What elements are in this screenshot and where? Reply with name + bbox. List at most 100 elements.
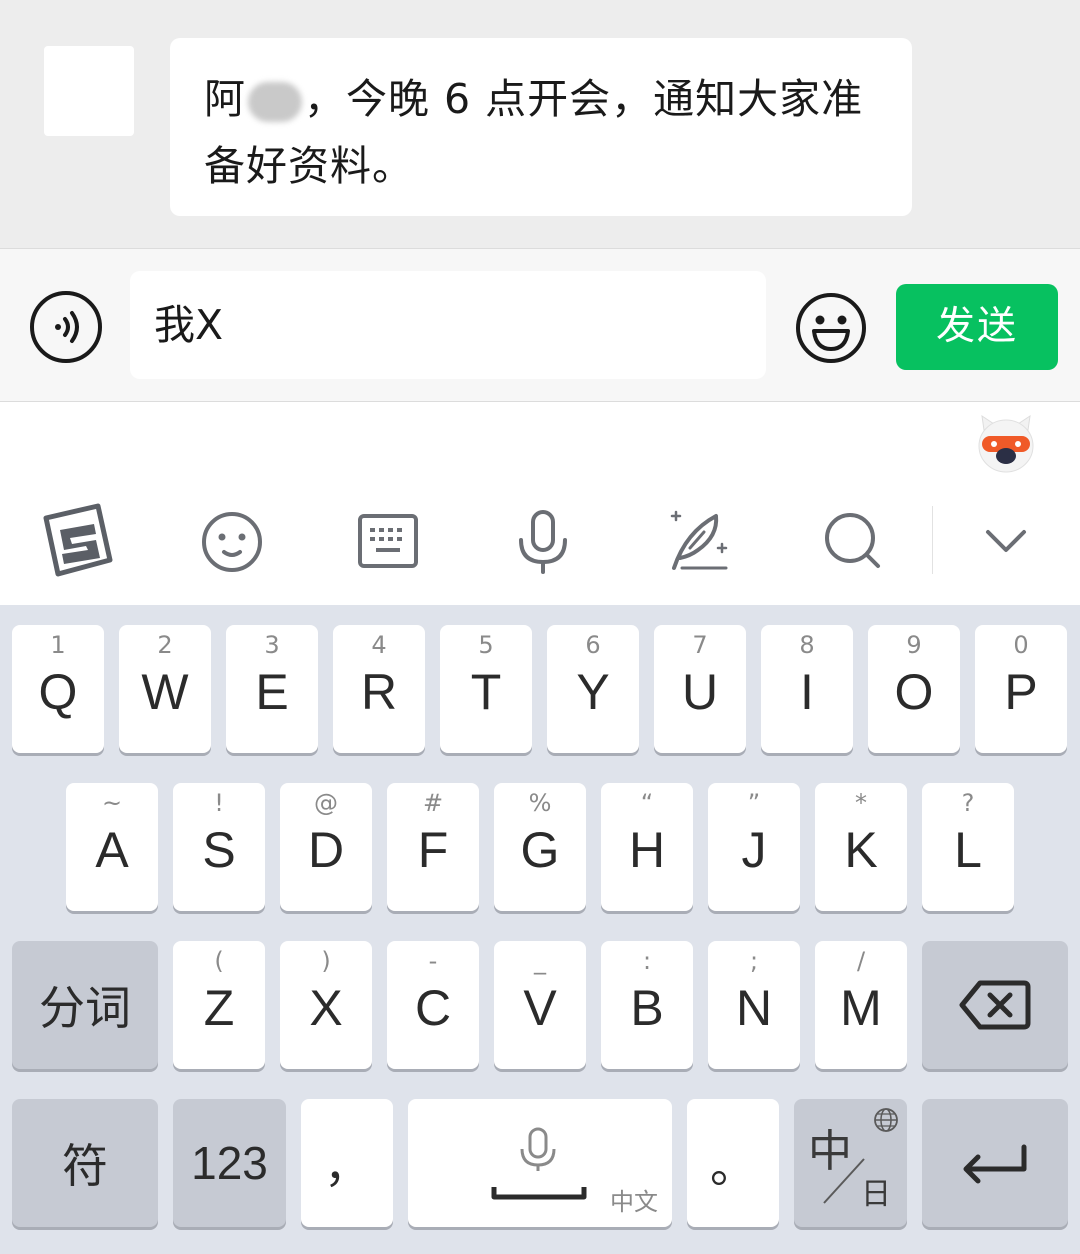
- sogou-button[interactable]: [36, 502, 116, 582]
- keyboard-icon: [358, 514, 418, 568]
- key-letter: F: [417, 822, 449, 878]
- key-hint: !: [214, 789, 224, 817]
- key-z[interactable]: (Z: [173, 941, 265, 1069]
- voice-button[interactable]: [30, 291, 102, 363]
- key-hint: :: [642, 947, 652, 975]
- key-i[interactable]: 8I: [761, 625, 853, 753]
- search-button[interactable]: [812, 502, 892, 582]
- key-letter: Y: [576, 664, 610, 720]
- key-j[interactable]: ” J: [708, 783, 800, 911]
- key-hint: 5: [478, 631, 494, 659]
- key-d[interactable]: @ D: [280, 783, 372, 911]
- lang-sub-label: 日: [861, 1177, 891, 1212]
- key-letter: V: [523, 980, 557, 1036]
- key-hint: 8: [799, 631, 815, 659]
- microphone-icon: [519, 510, 567, 574]
- key-l[interactable]: ? L: [922, 783, 1014, 911]
- key-hint: 0: [1013, 631, 1029, 659]
- message-bubble[interactable]: 阿，今晚 6 点开会，通知大家准备好资料。: [170, 38, 912, 216]
- key-q[interactable]: 1Q: [12, 625, 104, 753]
- key-letter: N: [735, 980, 773, 1036]
- key-hint: ): [321, 947, 331, 975]
- key-b[interactable]: :B: [601, 941, 693, 1069]
- key-m[interactable]: / M: [815, 941, 907, 1069]
- key-letter: J: [741, 822, 767, 878]
- key-e[interactable]: 3E: [226, 625, 318, 753]
- key-hint: 4: [371, 631, 387, 659]
- key-hint: 2: [157, 631, 173, 659]
- period-key[interactable]: 。: [687, 1099, 779, 1227]
- key-x[interactable]: ) X: [280, 941, 372, 1069]
- segment-key[interactable]: 分词: [12, 941, 158, 1069]
- key-letter: U: [681, 664, 719, 720]
- key-hint: -: [428, 947, 438, 975]
- key-letter: D: [307, 822, 345, 878]
- key-hint: @: [314, 789, 338, 817]
- symbol-key[interactable]: 符: [12, 1099, 158, 1227]
- backspace-icon: [959, 980, 1031, 1030]
- key-c[interactable]: -C: [387, 941, 479, 1069]
- key-w[interactable]: 2W: [119, 625, 211, 753]
- key-hint: *: [855, 789, 867, 817]
- chevron-down-icon: [986, 530, 1026, 552]
- key-h[interactable]: “H: [601, 783, 693, 911]
- key-n[interactable]: ; N: [708, 941, 800, 1069]
- key-letter: G: [520, 822, 560, 878]
- voice-input-button[interactable]: [503, 502, 583, 582]
- key-u[interactable]: 7U: [654, 625, 746, 753]
- key-letter: W: [141, 664, 189, 720]
- symbol-key-label: 符: [62, 1139, 108, 1193]
- toolbar-emoji-button[interactable]: [192, 502, 272, 582]
- handwriting-button[interactable]: [660, 502, 740, 582]
- segment-key-label: 分词: [39, 981, 131, 1035]
- mascot-icon[interactable]: [976, 410, 1036, 474]
- language-switch-key[interactable]: 中 日: [794, 1099, 907, 1227]
- key-letter: I: [800, 664, 814, 720]
- key-hint: ?: [961, 789, 975, 817]
- key-letter: A: [95, 822, 129, 878]
- emoji-icon: [796, 293, 866, 363]
- globe-icon: [874, 1108, 898, 1132]
- key-o[interactable]: 9O: [868, 625, 960, 753]
- comma-key[interactable]: ，: [301, 1099, 393, 1227]
- key-letter: L: [954, 822, 982, 878]
- key-letter: H: [628, 822, 666, 878]
- key-letter: B: [630, 980, 664, 1036]
- message-input[interactable]: 我X: [130, 271, 766, 379]
- emoji-button[interactable]: [794, 291, 868, 365]
- key-hint: (: [214, 947, 224, 975]
- chat-area: 阿，今晚 6 点开会，通知大家准备好资料。: [0, 0, 1080, 248]
- key-a[interactable]: ~ A: [66, 783, 158, 911]
- backspace-key[interactable]: [922, 941, 1068, 1069]
- key-f[interactable]: # F: [387, 783, 479, 911]
- key-hint: ;: [749, 947, 759, 975]
- smiley-icon: [202, 512, 262, 572]
- redacted-name: [248, 82, 302, 122]
- key-letter: X: [309, 980, 343, 1036]
- avatar[interactable]: [44, 46, 134, 136]
- enter-key[interactable]: [922, 1099, 1068, 1227]
- sogou-logo-icon: [43, 503, 113, 577]
- key-hint: 9: [906, 631, 922, 659]
- key-r[interactable]: 4R: [333, 625, 425, 753]
- key-s[interactable]: ! S: [173, 783, 265, 911]
- key-hint: ~: [101, 789, 123, 817]
- key-t[interactable]: 5T: [440, 625, 532, 753]
- key-hint: #: [422, 789, 444, 817]
- send-button[interactable]: 发送: [896, 284, 1058, 370]
- key-hint: %: [528, 789, 552, 817]
- key-y[interactable]: 6Y: [547, 625, 639, 753]
- number-key[interactable]: 123: [173, 1099, 286, 1227]
- collapse-keyboard-button[interactable]: [966, 502, 1046, 582]
- key-p[interactable]: 0P: [975, 625, 1067, 753]
- key-k[interactable]: * K: [815, 783, 907, 911]
- key-v[interactable]: _ V: [494, 941, 586, 1069]
- keyboard-toolbar: [0, 502, 1080, 582]
- space-key[interactable]: 中文: [408, 1099, 672, 1227]
- voice-icon: [55, 311, 79, 343]
- keyboard-top-strip: [0, 402, 1080, 605]
- keyboard-button[interactable]: [348, 502, 428, 582]
- key-hint: 6: [585, 631, 601, 659]
- key-g[interactable]: % G: [494, 783, 586, 911]
- comma-key-label: ，: [324, 1139, 370, 1193]
